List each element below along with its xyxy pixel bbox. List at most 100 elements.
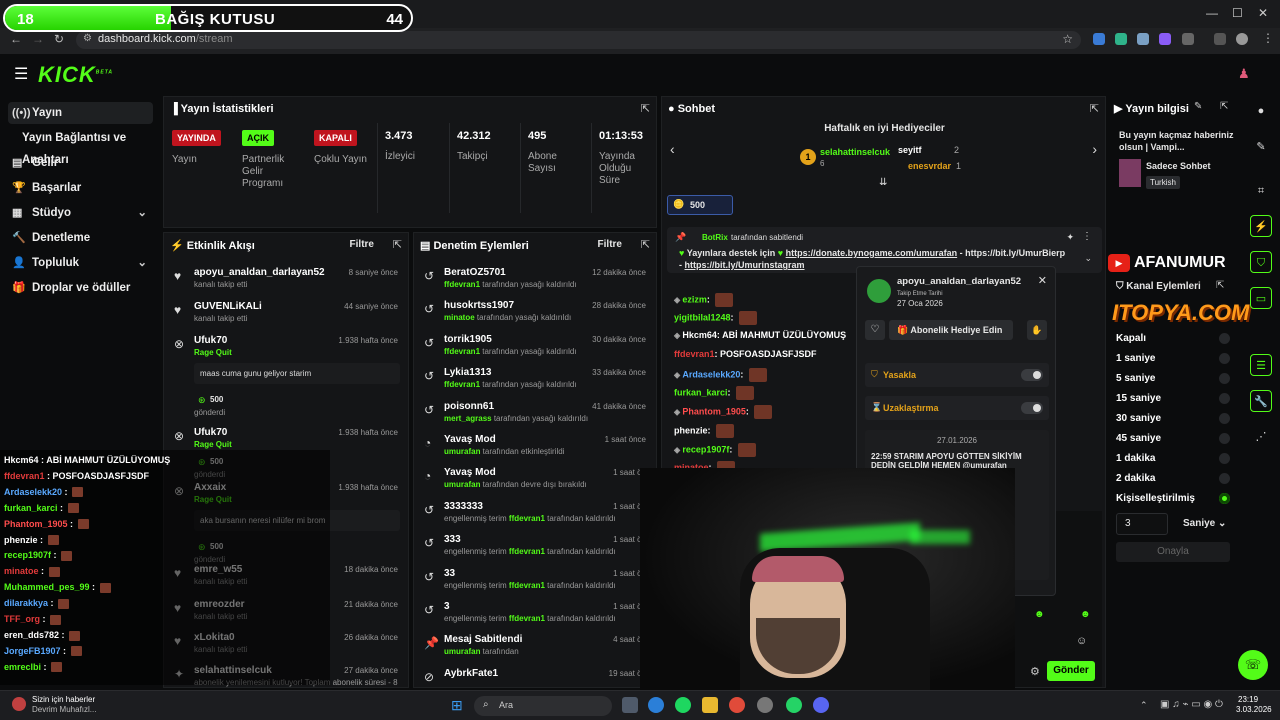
news-icon[interactable] [12,697,26,711]
prev-arrow-icon[interactable]: ‹ [670,141,675,157]
radio-button[interactable] [1219,473,1230,484]
radio-button[interactable] [1219,433,1230,444]
sidebar-item-7[interactable]: 👤 Topluluk ⌄ [8,252,153,274]
activity-filter-button[interactable]: Filtre [350,239,374,250]
pinned-link[interactable]: https://donate.bynogame.com/umurafan [786,248,958,258]
app-icon[interactable] [757,697,773,713]
profile-avatar[interactable] [1236,33,1248,45]
activity-item[interactable]: ♥ apoyu_analdan_darlayan52 kanalı takip et… [164,263,408,297]
whatsapp-icon[interactable] [786,697,802,713]
chat-bubble-icon[interactable]: ▭ [1250,287,1272,309]
extensions-puzzle-icon[interactable] [1182,33,1194,45]
back-icon[interactable]: ← [10,32,22,46]
reload-icon[interactable]: ↻ [54,32,64,46]
radio-button[interactable] [1219,393,1230,404]
confirm-button[interactable]: Onayla [1116,542,1230,562]
media-icon[interactable] [1214,33,1226,45]
list-icon[interactable]: ☰ [1250,354,1272,376]
windows-start-icon[interactable]: ⊞ [451,697,463,714]
slow-mode-option[interactable]: 45 saniye [1116,433,1234,447]
chat-username[interactable]: Ardaselekk20 [682,369,740,379]
top-gifter-name[interactable]: selahattinselcuk [820,147,890,157]
extension-icon[interactable] [1159,33,1171,45]
moderation-item[interactable]: ↺ 33 engellenmiş terim ffdevran1 tarafında… [414,564,656,598]
chat-username[interactable]: phenzie [674,425,708,435]
site-info-icon[interactable]: ⚙ [83,33,92,44]
sidebar-item-4[interactable]: 🏆 Başarılar [8,177,153,199]
share-icon[interactable]: ⋰ [1250,426,1272,448]
moderation-item[interactable]: ↺ 3333333 engellenmiş terim ffdevran1 tara… [414,497,656,531]
emote-icon[interactable]: ☻ [1080,609,1091,620]
news-title[interactable]: Sizin için haberler [32,695,95,704]
support-chat-icon[interactable]: ☏ [1238,650,1268,680]
sidebar-item-1[interactable]: ((•)) Yayın [8,102,153,124]
moderation-item[interactable]: ↺ poisonn61 mert_agrass tarafından yasağı … [414,397,656,431]
pinned-link[interactable]: https://bit.ly/Umurinstagram [685,260,805,270]
pinned-menu-icon[interactable]: ⋮ [1082,231,1092,242]
slow-mode-option[interactable]: Kişiselleştirilmiş [1116,493,1234,507]
moderation-item[interactable]: ↺ BeratOZ5701 ffdevran1 tarafından yasağı … [414,263,656,297]
emote-icon[interactable]: ☻ [1034,609,1045,620]
next-arrow-icon[interactable]: › [1092,141,1097,157]
lightning-icon[interactable]: ⚡ [1250,215,1272,237]
chat-username[interactable]: furkan_karci [674,387,728,397]
wrench-icon[interactable]: 🔧 [1250,390,1272,412]
timeout-toggle[interactable] [1021,402,1043,414]
category-name[interactable]: Sadece Sohbet [1146,161,1211,171]
moderation-item[interactable]: ◔ Yavaş Mod umurafan tarafından etkinleşti… [414,430,656,464]
duration-unit-select[interactable]: Saniye ⌄ [1183,518,1226,529]
slow-mode-option[interactable]: Kapalı [1116,333,1234,347]
maximize-icon[interactable]: ☐ [1232,6,1243,20]
radio-button[interactable] [1219,373,1230,384]
bookmark-star-icon[interactable]: ☆ [1062,32,1073,46]
moderation-filter-button[interactable]: Filtre [598,239,622,250]
spotify-icon[interactable] [675,697,691,713]
moderation-item[interactable]: ⊘ AybrkFate1 19 saat ön [414,664,656,687]
discord-icon[interactable] [813,697,829,713]
shield-icon[interactable]: ⛉ [1250,251,1272,273]
moderation-item[interactable]: 📌 Mesaj Sabitlendi umurafan tarafından 4 sa… [414,630,656,664]
custom-duration-input[interactable]: 3 [1116,513,1168,535]
edit-pencil-icon[interactable]: ✎ [1250,136,1272,158]
hamburger-menu-icon[interactable]: ☰ [14,64,28,84]
chevron-down-icon[interactable]: ⌄ [137,252,147,274]
file-explorer-icon[interactable] [702,697,718,713]
moderation-item[interactable]: ↺ torrik1905 ffdevran1 tarafından yasağı k… [414,330,656,364]
slow-mode-option[interactable]: 2 dakika [1116,473,1234,487]
tray-chevron-icon[interactable]: ⌃ [1140,700,1148,711]
send-button[interactable]: Gönder [1047,661,1095,681]
chevron-down-icon[interactable]: ⌄ [1084,253,1092,264]
sidebar-item-5[interactable]: ▦ Stüdyo ⌄ [8,202,153,224]
chat-username[interactable]: Phantom_1905 [682,406,746,416]
edit-pencil-icon[interactable]: ✎ [1194,101,1202,112]
sidebar-item-8[interactable]: 🎁 Droplar ve ödüller [8,277,153,299]
chat-username[interactable]: yigitbilal1248 [674,312,731,322]
heart-icon[interactable]: ♡ [865,320,885,340]
moderation-item[interactable]: ↺ 3 engellenmiş terim ffdevran1 tarafından… [414,597,656,631]
unpin-icon[interactable]: ✦ [1066,232,1074,243]
radio-button[interactable] [1219,493,1230,504]
chrome-icon[interactable] [729,697,745,713]
expand-icon[interactable]: ⇱ [1220,101,1228,112]
chevron-down-icon[interactable]: ⌄ [137,202,147,224]
expand-icon[interactable]: ⇱ [641,102,650,115]
radio-button[interactable] [1219,353,1230,364]
sidebar-item-6[interactable]: 🔨 Denetleme [8,227,153,249]
ban-toggle[interactable] [1021,369,1043,381]
kick-logo[interactable]: KICKBETA [38,62,113,88]
slow-mode-option[interactable]: 5 saniye [1116,373,1234,387]
radio-button[interactable] [1219,333,1230,344]
radio-button[interactable] [1219,413,1230,424]
expand-icon[interactable]: ⇱ [1216,280,1224,291]
crop-icon[interactable]: ⌗ [1250,180,1272,202]
gift-subscription-button[interactable]: 🎁 Abonelik Hediye Edin [889,320,1013,340]
slow-mode-option[interactable]: 15 saniye [1116,393,1234,407]
close-window-icon[interactable]: ✕ [1258,6,1268,20]
chat-username[interactable]: ezizm [682,294,707,304]
extension-icon[interactable] [1093,33,1105,45]
address-bar[interactable]: ⚙ dashboard.kick.com/stream ☆ [76,31,1081,49]
slow-mode-option[interactable]: 1 dakika [1116,453,1234,467]
expand-icon[interactable]: ⇱ [393,238,402,251]
third-gifter-name[interactable]: enesvrdar [908,161,951,171]
moderation-item[interactable]: ↺ 333 engellenmiş terim ffdevran1 tarafınd… [414,530,656,564]
